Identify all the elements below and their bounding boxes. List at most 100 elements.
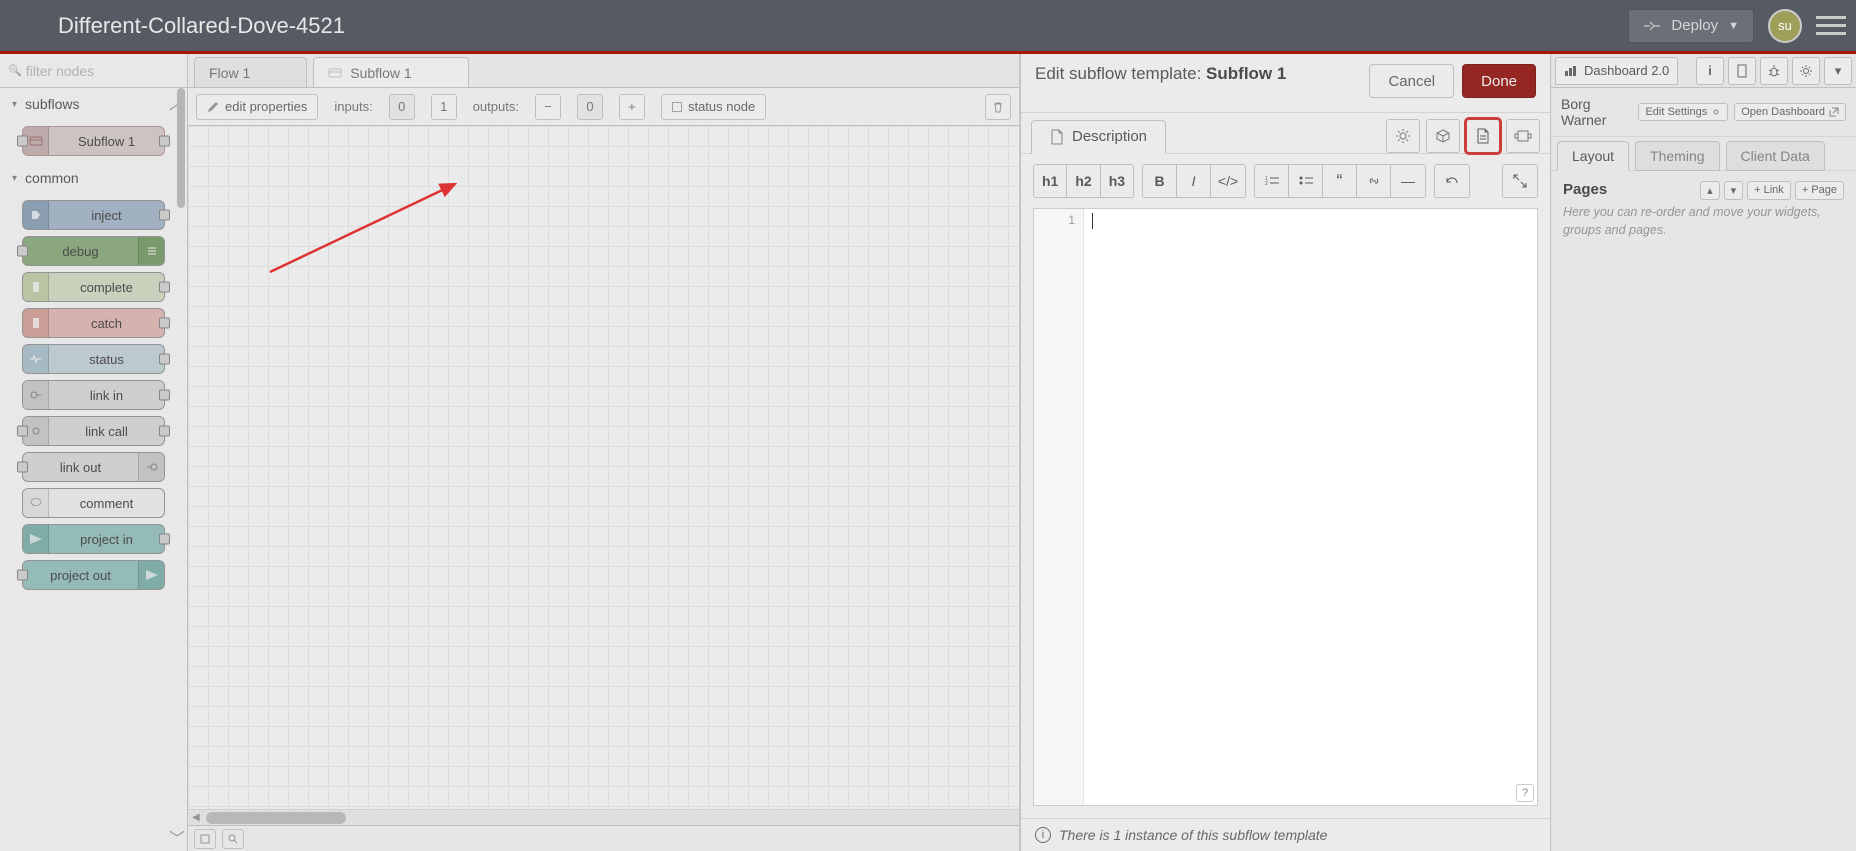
inputs-label: inputs: [334,99,372,114]
inject-icon [23,201,49,229]
sidebar-dropdown-button[interactable]: ▾ [1824,57,1852,85]
edit-settings-button[interactable]: Edit Settings [1638,103,1728,121]
md-hr-button[interactable]: — [1391,165,1425,197]
main-menu-button[interactable] [1816,11,1846,41]
flow-canvas[interactable]: ◀ [188,126,1019,825]
status-icon [23,345,49,373]
md-quote-button[interactable]: “ [1323,165,1357,197]
palette-node-status[interactable]: status [22,344,165,374]
md-italic-button[interactable]: I [1177,165,1211,197]
link-out-icon [138,453,164,481]
md-link-button[interactable] [1357,165,1391,197]
workspace-tabs: Flow 1 Subflow 1 [188,54,1019,88]
expand-all-button[interactable]: ▾ [1724,181,1744,200]
tab-subflow1[interactable]: Subflow 1 [313,57,468,87]
open-dashboard-button[interactable]: Open Dashboard [1734,103,1846,121]
comment-icon [23,489,49,517]
palette-node-link-in[interactable]: link in [22,380,165,410]
editor-help-button[interactable]: ? [1516,784,1534,802]
outputs-plus-button[interactable]: + [619,94,645,120]
gear-icon [1711,107,1721,117]
md-bold-button[interactable]: B [1143,165,1177,197]
footer-search-button[interactable] [222,829,244,849]
inputs-set-1-button[interactable]: 1 [431,94,457,120]
palette-section-common[interactable]: common [0,162,187,194]
sidebar-help-button[interactable] [1728,57,1756,85]
tray-tab-properties[interactable] [1386,119,1420,153]
palette-node-comment[interactable]: comment [22,488,165,518]
palette-scroll-down-icon[interactable]: ﹀ [169,825,185,849]
footer-nav-button[interactable] [194,829,216,849]
palette-section-subflows[interactable]: subflows [0,88,187,120]
cube-icon [1435,128,1451,144]
palette-node-project-in[interactable]: project in [22,524,165,554]
appearance-icon [1514,129,1532,143]
project-in-icon [23,525,49,553]
palette-node-subflow1[interactable]: Subflow 1 [22,126,165,156]
deploy-icon [1643,19,1661,33]
editor-cursor [1092,213,1093,229]
md-h1-button[interactable]: h1 [1034,165,1067,197]
link-icon [1367,175,1381,187]
add-page-button[interactable]: + Page [1795,181,1844,200]
catch-icon [23,309,49,337]
edit-properties-button[interactable]: edit properties [196,94,318,120]
deploy-button[interactable]: Deploy ▼ [1628,9,1754,43]
add-link-button[interactable]: + Link [1747,181,1791,200]
palette-scrollbar[interactable] [177,88,185,208]
md-undo-button[interactable] [1435,165,1469,197]
collapse-all-button[interactable]: ▴ [1700,181,1720,200]
md-expand-button[interactable] [1503,165,1537,197]
trash-icon [992,101,1004,113]
outputs-minus-button[interactable]: − [535,94,561,120]
tray-tab-description-icon[interactable] [1466,119,1500,153]
md-code-button[interactable]: </> [1211,165,1245,197]
tray-tab-module[interactable] [1426,119,1460,153]
palette-node-inject[interactable]: inject [22,200,165,230]
md-ol-button[interactable]: 12 [1255,165,1289,197]
delete-subflow-button[interactable] [985,94,1011,120]
app-header: Different-Collared-Dove-4521 Deploy ▼ su [0,0,1856,54]
undo-icon [1445,175,1459,187]
md-ul-button[interactable] [1289,165,1323,197]
sidebar-info-button[interactable]: i [1696,57,1724,85]
palette-node-catch[interactable]: catch [22,308,165,338]
bar-chart-icon [1564,65,1578,77]
workspace-footer [188,825,1019,851]
link-call-icon [23,417,49,445]
complete-icon [23,273,49,301]
outputs-count: 0 [577,94,603,120]
expand-icon [1513,174,1527,188]
inputs-count: 0 [389,94,415,120]
editor-gutter: 1 [1034,209,1084,805]
tray-tab-appearance[interactable] [1506,119,1540,153]
tab-flow1[interactable]: Flow 1 [194,57,307,87]
tray-tab-description[interactable]: Description [1031,120,1166,154]
palette-node-link-call[interactable]: link call [22,416,165,446]
palette-filter-input[interactable]: filter nodes [0,54,187,88]
sidebar-tab-dashboard[interactable]: Dashboard 2.0 [1555,57,1678,85]
md-h2-button[interactable]: h2 [1067,165,1100,197]
right-sidebar: Dashboard 2.0 i ▾ Borg Warner Edit Setti… [1550,54,1856,851]
dashboard-tab-theming[interactable]: Theming [1635,141,1719,171]
deploy-label: Deploy [1671,17,1718,34]
palette-node-complete[interactable]: complete [22,272,165,302]
tray-title: Edit subflow template: Subflow 1 [1035,64,1286,84]
description-editor[interactable]: 1 ? [1033,208,1538,806]
dashboard-tab-client-data[interactable]: Client Data [1726,141,1825,171]
status-node-toggle[interactable]: status node [661,94,766,120]
dashboard-tab-layout[interactable]: Layout [1557,141,1629,171]
canvas-h-scrollbar[interactable]: ◀ [188,809,1019,825]
markdown-toolbar: h1 h2 h3 B I </> 12 “ — [1021,154,1550,208]
user-avatar[interactable]: su [1768,9,1802,43]
cancel-button[interactable]: Cancel [1369,64,1454,98]
sidebar-debug-button[interactable] [1760,57,1788,85]
gear-icon [1395,128,1411,144]
md-h3-button[interactable]: h3 [1101,165,1133,197]
palette-node-debug[interactable]: debug [22,236,165,266]
palette-node-project-out[interactable]: project out [22,560,165,590]
done-button[interactable]: Done [1462,64,1536,98]
project-out-icon [138,561,164,589]
sidebar-config-button[interactable] [1792,57,1820,85]
palette-node-link-out[interactable]: link out [22,452,165,482]
